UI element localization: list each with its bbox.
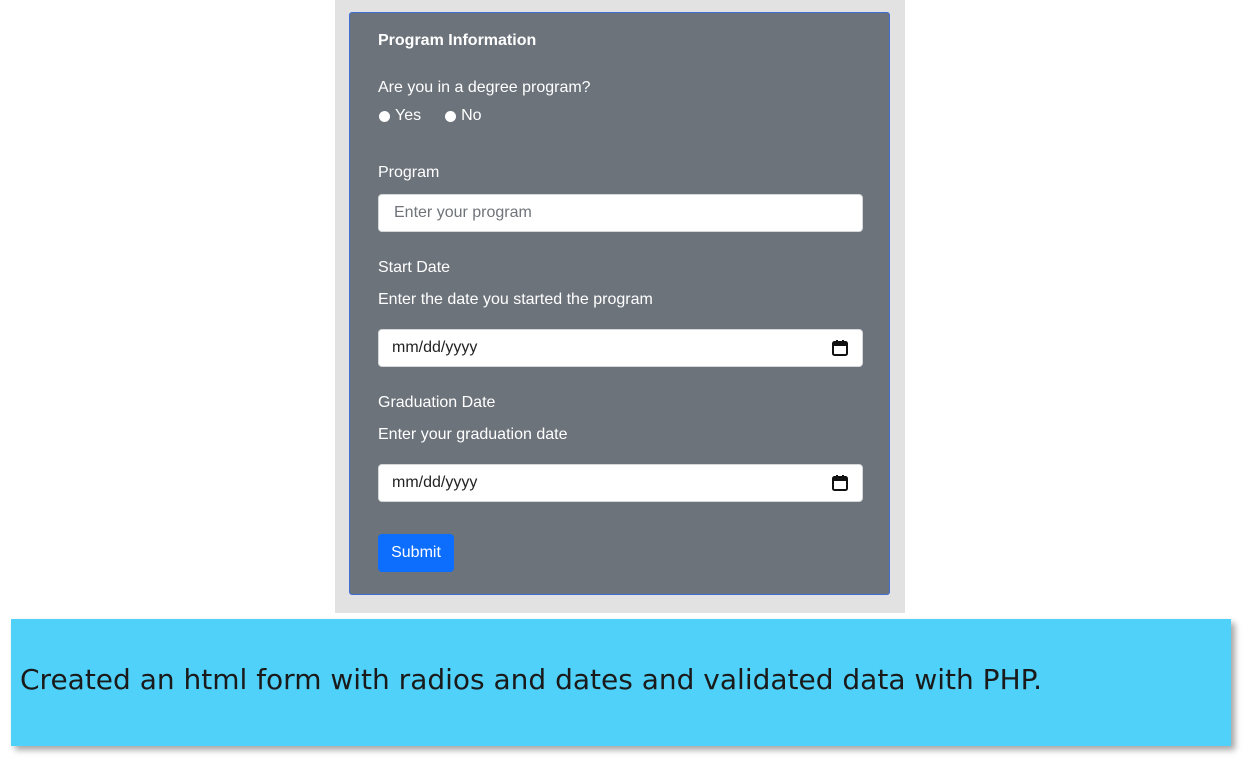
program-input[interactable] <box>392 203 849 223</box>
start-date-label: Start Date <box>378 259 451 276</box>
degree-question: Are you in a degree program? <box>378 79 591 96</box>
start-date-help: Enter the date you started the program <box>378 291 653 308</box>
start-date-input[interactable]: mm/dd/yyyy <box>378 329 863 367</box>
program-form-card: Program Information Are you in a degree … <box>349 12 890 595</box>
radio-yes-label: Yes <box>395 107 422 124</box>
radio-no-label: No <box>461 107 482 124</box>
radio-no-dot[interactable] <box>445 110 457 122</box>
radio-no[interactable]: No <box>445 107 482 125</box>
program-label: Program <box>378 164 440 181</box>
graduation-date-value: mm/dd/yyyy <box>392 474 478 491</box>
submit-button[interactable]: Submit <box>378 534 454 572</box>
graduation-date-help: Enter your graduation date <box>378 426 568 443</box>
caption-text: Created an html form with radios and dat… <box>20 663 1043 696</box>
program-field <box>378 194 863 232</box>
graduation-date-label: Graduation Date <box>378 394 496 411</box>
form-title: Program Information <box>378 32 537 49</box>
degree-radio-group: Yes No <box>379 107 506 125</box>
start-date-value: mm/dd/yyyy <box>392 339 478 356</box>
caption-banner: Created an html form with radios and dat… <box>11 619 1231 746</box>
graduation-date-input[interactable]: mm/dd/yyyy <box>378 464 863 502</box>
calendar-icon[interactable] <box>831 339 849 357</box>
calendar-icon[interactable] <box>831 474 849 492</box>
radio-yes-dot[interactable] <box>379 110 390 122</box>
radio-yes[interactable]: Yes <box>379 107 421 125</box>
